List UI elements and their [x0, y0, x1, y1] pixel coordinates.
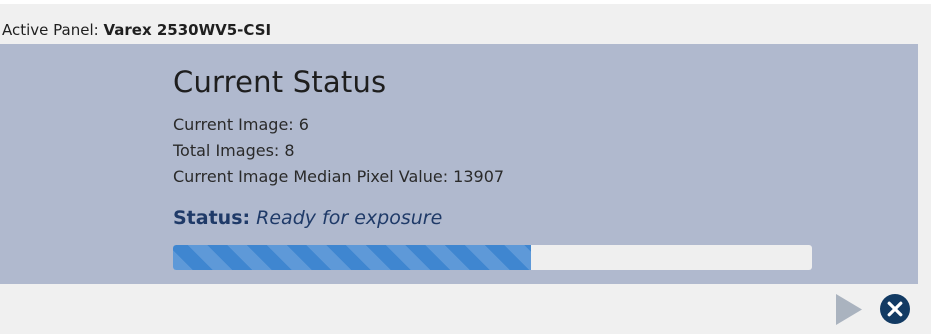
active-panel-label: Active Panel: — [2, 21, 99, 39]
active-panel-value: Varex 2530WV5-CSI — [103, 21, 272, 39]
play-button[interactable] — [835, 294, 863, 325]
status-value: Ready for exposure — [256, 207, 443, 229]
active-panel-header: Active Panel: Varex 2530WV5-CSI — [2, 20, 271, 40]
progress-bar — [173, 245, 812, 270]
total-images-text: Total Images: 8 — [173, 141, 295, 160]
close-circle-icon — [880, 294, 910, 324]
status-line: Status: Ready for exposure — [173, 206, 442, 230]
window-top-strip — [0, 0, 931, 4]
progress-bar-fill — [173, 245, 531, 270]
median-pixel-text: Current Image Median Pixel Value: 13907 — [173, 167, 505, 186]
current-status-panel: Current Status Current Image: 6 Total Im… — [0, 44, 918, 284]
play-icon — [836, 294, 862, 325]
status-label: Status: — [173, 207, 251, 229]
current-image-text: Current Image: 6 — [173, 115, 309, 134]
close-button[interactable] — [880, 294, 910, 324]
status-title: Current Status — [173, 65, 387, 99]
